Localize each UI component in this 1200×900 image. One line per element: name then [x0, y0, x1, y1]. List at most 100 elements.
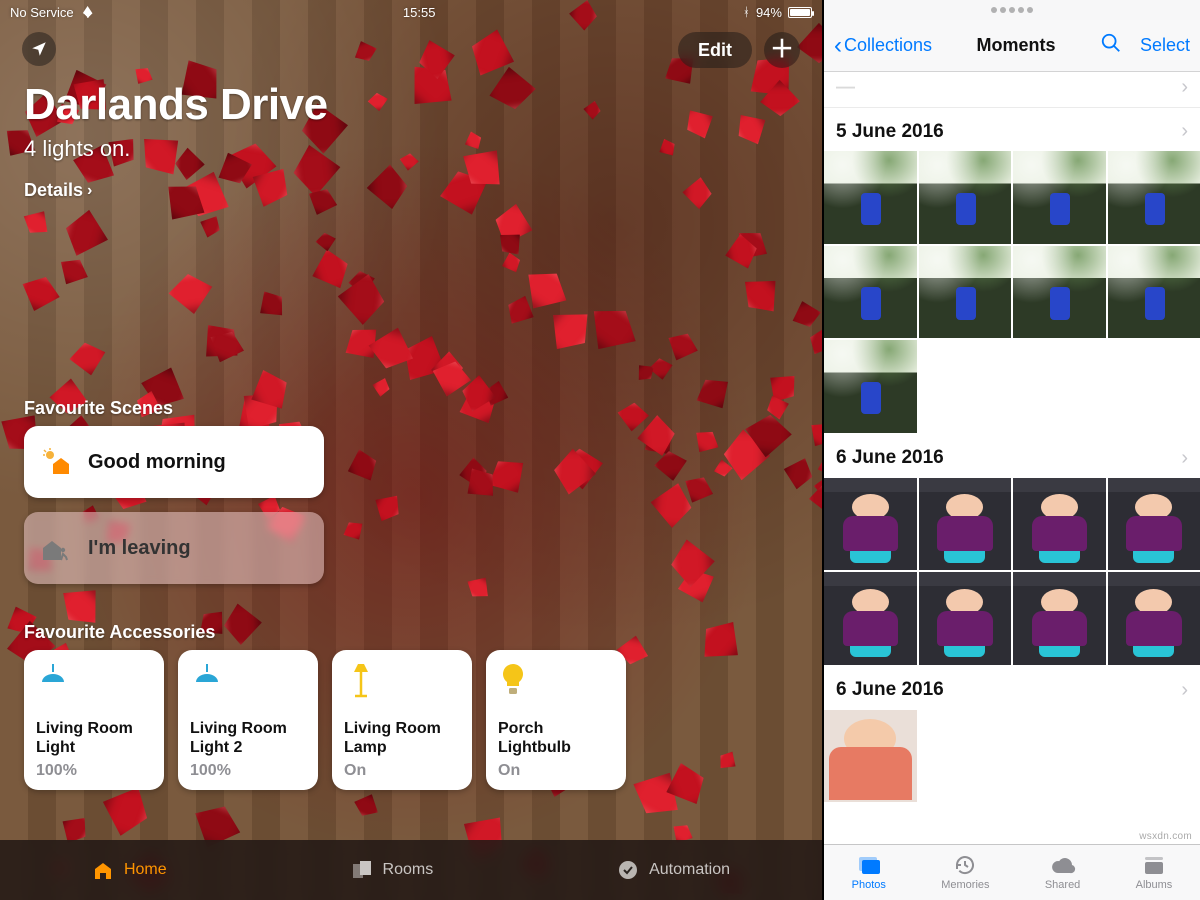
photo-thumbnail[interactable] — [824, 340, 917, 433]
lightbulb-icon — [498, 662, 614, 702]
photo-thumbnail[interactable] — [824, 478, 917, 571]
photo-thumbnail[interactable] — [824, 151, 917, 244]
photo-thumbnail[interactable] — [1013, 151, 1106, 244]
accessory-tile-living-room-lamp[interactable]: Living Room Lamp On — [332, 650, 472, 790]
moment-header-partial[interactable]: — › — [824, 72, 1200, 108]
accessory-tile-porch-lightbulb[interactable]: Porch Lightbulb On — [486, 650, 626, 790]
accessory-name: Living Room Lamp — [344, 720, 460, 758]
sunrise-house-icon — [40, 446, 72, 478]
moment-header-5-june[interactable]: 5 June 2016 › — [824, 108, 1200, 151]
photo-thumbnail[interactable] — [1108, 151, 1200, 244]
accessory-tile-living-room-light-2[interactable]: Living Room Light 2 100% — [178, 650, 318, 790]
photos-status-bar — [824, 0, 1200, 20]
select-button[interactable]: Select — [1140, 35, 1190, 56]
nav-title: Moments — [977, 35, 1056, 56]
tab-rooms[interactable]: Rooms — [351, 859, 434, 881]
photo-thumbnail[interactable] — [919, 151, 1012, 244]
details-link[interactable]: Details › — [24, 180, 92, 201]
edit-button[interactable]: Edit — [678, 32, 752, 68]
albums-stack-icon — [1141, 854, 1167, 876]
photo-thumbnail[interactable] — [1013, 572, 1106, 665]
carrier-text: No Service — [10, 5, 74, 20]
scenes-heading: Favourite Scenes — [24, 398, 173, 419]
watermark: wsxdn.com — [1139, 831, 1192, 842]
scene-label: Good morning — [88, 451, 226, 474]
tab-home[interactable]: Home — [92, 859, 167, 881]
photo-thumbnail[interactable] — [824, 710, 917, 803]
accessories-heading: Favourite Accessories — [24, 622, 215, 643]
tab-label: Memories — [941, 879, 989, 891]
photo-thumbnail[interactable] — [824, 572, 917, 665]
photos-tabbar: Photos Memories Shared Albums — [824, 844, 1200, 900]
scene-good-morning[interactable]: Good morning — [24, 426, 324, 498]
photo-thumbnail[interactable] — [1013, 246, 1106, 339]
house-icon — [92, 859, 114, 881]
tab-label: Albums — [1136, 879, 1173, 891]
ceiling-light-icon — [36, 662, 152, 702]
tab-memories[interactable]: Memories — [941, 854, 989, 891]
rooms-icon — [351, 859, 373, 881]
tab-label: Shared — [1045, 879, 1080, 891]
photos-app-pane: ‹ Collections Moments Select — › 5 June … — [822, 0, 1200, 900]
clock-check-icon — [617, 859, 639, 881]
back-to-collections[interactable]: ‹ Collections — [834, 32, 932, 60]
accessory-status: On — [498, 762, 614, 780]
moment-grid — [824, 710, 1200, 805]
tab-label: Photos — [852, 879, 886, 891]
photo-thumbnail[interactable] — [824, 246, 917, 339]
location-button[interactable] — [22, 32, 56, 66]
battery-percent: 94% — [756, 5, 782, 20]
clock: 15:55 — [403, 5, 436, 20]
photo-thumbnail[interactable] — [1108, 246, 1200, 339]
chevron-left-icon: ‹ — [834, 32, 842, 60]
chevron-right-icon: › — [1181, 447, 1188, 470]
photo-thumbnail[interactable] — [1108, 478, 1200, 571]
moment-grid — [824, 151, 1200, 435]
photo-thumbnail[interactable] — [919, 478, 1012, 571]
accessory-status: 100% — [36, 762, 152, 780]
accessory-name: Living Room Light — [36, 720, 152, 758]
photo-thumbnail[interactable] — [1013, 478, 1106, 571]
accessory-name: Porch Lightbulb — [498, 720, 614, 758]
moment-title: 6 June 2016 — [836, 447, 944, 469]
chevron-right-icon: › — [1181, 120, 1188, 143]
floor-lamp-icon — [344, 662, 460, 702]
home-tabbar: Home Rooms Automation — [0, 840, 822, 900]
add-button[interactable]: ＋ — [764, 32, 800, 68]
photo-thumbnail[interactable] — [919, 572, 1012, 665]
photo-thumbnail[interactable] — [919, 246, 1012, 339]
ceiling-light-icon — [190, 662, 306, 702]
accessory-name: Living Room Light 2 — [190, 720, 306, 758]
moment-header-6-june-a[interactable]: 6 June 2016 › — [824, 435, 1200, 478]
tab-label: Automation — [649, 861, 730, 879]
scene-im-leaving[interactable]: I'm leaving — [24, 512, 324, 584]
chevron-right-icon: › — [87, 182, 92, 200]
chevron-right-icon: › — [1181, 76, 1188, 99]
photos-navbar: ‹ Collections Moments Select — [824, 20, 1200, 72]
tab-automation[interactable]: Automation — [617, 859, 730, 881]
house-person-icon — [40, 532, 72, 564]
search-icon — [1100, 32, 1122, 54]
moment-title: 5 June 2016 — [836, 121, 944, 143]
tab-label: Rooms — [383, 861, 434, 879]
accessory-status: On — [344, 762, 460, 780]
moment-header-6-june-b[interactable]: 6 June 2016 › — [824, 667, 1200, 710]
accessory-status: 100% — [190, 762, 306, 780]
tab-albums[interactable]: Albums — [1136, 854, 1173, 891]
home-name: Darlands Drive — [24, 80, 798, 130]
moment-title: 6 June 2016 — [836, 679, 944, 701]
home-status-summary: 4 lights on. — [24, 136, 798, 162]
moment-grid — [824, 478, 1200, 667]
bluetooth-icon: ᚼ — [743, 5, 750, 19]
tab-shared[interactable]: Shared — [1045, 854, 1080, 891]
photo-thumbnail[interactable] — [1108, 572, 1200, 665]
tab-label: Home — [124, 861, 167, 879]
status-bar: No Service 15:55 ᚼ 94% — [0, 0, 822, 22]
home-app-pane: No Service 15:55 ᚼ 94% Edit ＋ Darlands D… — [0, 0, 822, 900]
accessory-tile-living-room-light[interactable]: Living Room Light 100% — [24, 650, 164, 790]
moments-scroll[interactable]: — › 5 June 2016 › 6 June 2016 › — [824, 72, 1200, 844]
cloud-icon — [1050, 854, 1076, 876]
search-button[interactable] — [1100, 32, 1122, 59]
scene-label: I'm leaving — [88, 537, 191, 560]
tab-photos[interactable]: Photos — [852, 854, 886, 891]
